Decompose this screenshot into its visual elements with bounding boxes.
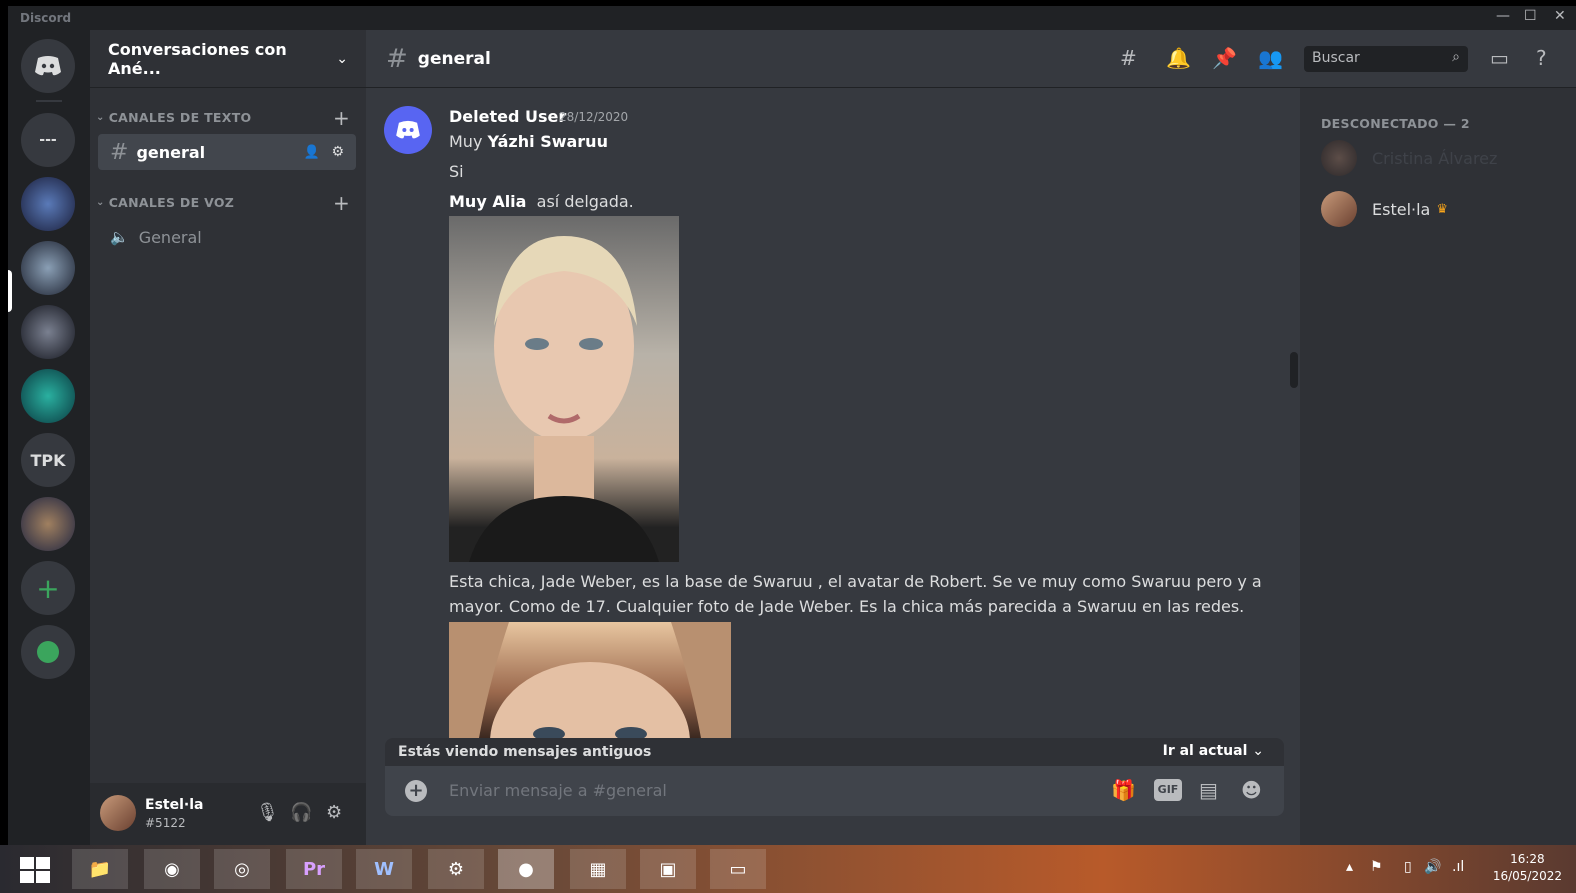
close-button[interactable]: ✕ (1554, 8, 1566, 24)
server-icon[interactable] (21, 177, 75, 231)
firefox-icon[interactable]: ◎ (214, 849, 270, 889)
composer-placeholder: Enviar mensaje a #general (449, 781, 667, 800)
hash-icon: # (386, 43, 408, 74)
message-composer[interactable]: + Enviar mensaje a #general 🎁 GIF ▤ ☻ (385, 766, 1284, 816)
username: Estel·la (145, 797, 204, 813)
sticker-icon[interactable]: ▤ (1199, 778, 1218, 802)
battery-icon[interactable]: ▯ (1404, 859, 1412, 875)
maximize-button[interactable]: ☐ (1524, 8, 1537, 24)
message-line: Esta chica, Jade Weber, es la base de Sw… (449, 572, 1262, 591)
member-avatar (1321, 191, 1357, 227)
server-list: --- TPK + (8, 30, 90, 845)
discord-taskbar-icon[interactable]: ● (498, 849, 554, 889)
emoji-icon[interactable]: ☻ (1241, 778, 1262, 802)
settings-app-icon[interactable]: ⚙ (428, 849, 484, 889)
threads-icon[interactable]: # (1120, 46, 1137, 70)
title-bar: Discord — ☐ ✕ (8, 6, 1576, 30)
member-list: DESCONECTADO — 2 Cristina Álvarez Estel·… (1300, 88, 1576, 845)
chevron-down-icon: ⌄ (336, 50, 348, 67)
minimize-button[interactable]: — (1496, 8, 1510, 24)
image-viewer-icon[interactable]: ▭ (710, 849, 766, 889)
server-name: Conversaciones con Ané... (108, 39, 287, 78)
chat-scrollbar[interactable] (1290, 352, 1298, 388)
server-icon[interactable] (21, 305, 75, 359)
category-text[interactable]: ⌄ CANALES DE TEXTO + (96, 106, 354, 130)
members-header: DESCONECTADO — 2 (1321, 116, 1470, 131)
user-avatar[interactable] (100, 795, 136, 831)
app-title: Discord (20, 11, 72, 25)
channel-sidebar: Conversaciones con Ané... ⌄ ⌄ CANALES DE … (90, 30, 366, 845)
channel-general[interactable]: # general 👤 ⚙ (98, 134, 356, 170)
pin-icon[interactable]: 📌 (1212, 46, 1237, 70)
old-messages-banner: Estás viendo mensajes antiguos Ir al act… (385, 738, 1284, 766)
add-channel-icon[interactable]: + (333, 191, 350, 215)
message-author[interactable]: Deleted User (449, 107, 566, 126)
headphones-icon[interactable]: 🎧 (290, 802, 312, 823)
control-panel-icon[interactable]: ▦ (570, 849, 626, 889)
invite-icon[interactable]: 👤 (304, 145, 320, 160)
message-avatar[interactable] (384, 106, 432, 154)
members-icon[interactable]: 👥 (1258, 46, 1283, 70)
network-icon[interactable]: .ıl (1452, 859, 1464, 875)
category-voice[interactable]: ⌄ CANALES DE VOZ + (96, 191, 354, 215)
server-dm[interactable]: --- (21, 113, 75, 167)
premiere-icon[interactable]: Pr (286, 849, 342, 889)
flag-icon[interactable]: ⚑ (1370, 859, 1383, 875)
windows-start-icon[interactable] (20, 857, 50, 883)
message-line: Muy Alia así delgada. (449, 192, 634, 211)
crown-icon: ♛ (1436, 201, 1448, 217)
explore-servers-icon[interactable] (21, 625, 75, 679)
help-icon[interactable]: ? (1536, 46, 1547, 70)
speaker-icon: 🔈 (110, 228, 129, 246)
chrome-icon[interactable]: ◉ (144, 849, 200, 889)
server-header[interactable]: Conversaciones con Ané... ⌄ (90, 30, 366, 88)
header-toolbar: # 🔔 📌 👥 Buscar ⌕ ▭ ? (1118, 30, 1576, 88)
member-item[interactable]: Estel·la ♛ (1321, 191, 1448, 227)
user-panel: Estel·la #5122 🎙 🎧 ⚙ (90, 783, 366, 845)
message-line: mayor. Como de 17. Cualquier foto de Jad… (449, 597, 1245, 616)
word-icon[interactable]: W (356, 849, 412, 889)
jump-to-present-button[interactable]: Ir al actual ⌄ (1163, 743, 1264, 759)
upload-plus-icon[interactable]: + (405, 780, 427, 802)
server-icon[interactable] (21, 241, 75, 295)
server-tpk[interactable]: TPK (21, 433, 75, 487)
bell-icon[interactable]: 🔔 (1166, 46, 1191, 70)
tray-chevron-icon[interactable]: ▴ (1346, 859, 1353, 875)
user-discriminator: #5122 (145, 816, 186, 830)
old-messages-text: Estás viendo mensajes antiguos (398, 744, 652, 760)
member-item[interactable]: Cristina Álvarez (1321, 140, 1497, 176)
chevron-down-icon: ⌄ (1252, 743, 1264, 759)
hash-icon: # (110, 139, 129, 165)
message-line: Muy Yázhi Swaruu (449, 132, 608, 151)
message-timestamp: 28/12/2020 (559, 110, 629, 124)
inbox-icon[interactable]: ▭ (1490, 46, 1509, 70)
active-server-indicator (8, 270, 12, 312)
windows-taskbar: 📁 ◉ ◎ Pr W ⚙ ● ▦ ▣ ▭ ▴ ⚑ ▯ 🔊 .ıl 16:28 1… (0, 845, 1576, 893)
add-server-icon[interactable]: + (21, 561, 75, 615)
microphone-icon[interactable]: 🎙 (256, 802, 279, 823)
search-icon: ⌕ (1452, 49, 1460, 65)
message-image[interactable] (449, 622, 731, 738)
gift-icon[interactable]: 🎁 (1111, 778, 1136, 802)
server-icon[interactable] (21, 497, 75, 551)
guild-separator (36, 100, 62, 102)
add-channel-icon[interactable]: + (333, 106, 350, 130)
gear-icon[interactable]: ⚙ (331, 144, 344, 160)
file-explorer-icon[interactable]: 📁 (72, 849, 128, 889)
discord-home-icon[interactable] (21, 39, 75, 93)
settings-gear-icon[interactable]: ⚙ (326, 802, 342, 823)
system-clock[interactable]: 16:28 16/05/2022 (1493, 851, 1562, 885)
search-input[interactable]: Buscar ⌕ (1304, 46, 1468, 72)
message-line: Si (449, 162, 464, 181)
channel-title: general (417, 48, 491, 69)
gif-button[interactable]: GIF (1154, 779, 1182, 801)
channel-voice-general[interactable]: 🔈 General (98, 219, 356, 255)
member-avatar (1321, 140, 1357, 176)
photos-icon[interactable]: ▣ (640, 849, 696, 889)
volume-icon[interactable]: 🔊 (1424, 859, 1441, 875)
message-image[interactable] (449, 216, 679, 562)
atom-server-icon[interactable] (21, 369, 75, 423)
